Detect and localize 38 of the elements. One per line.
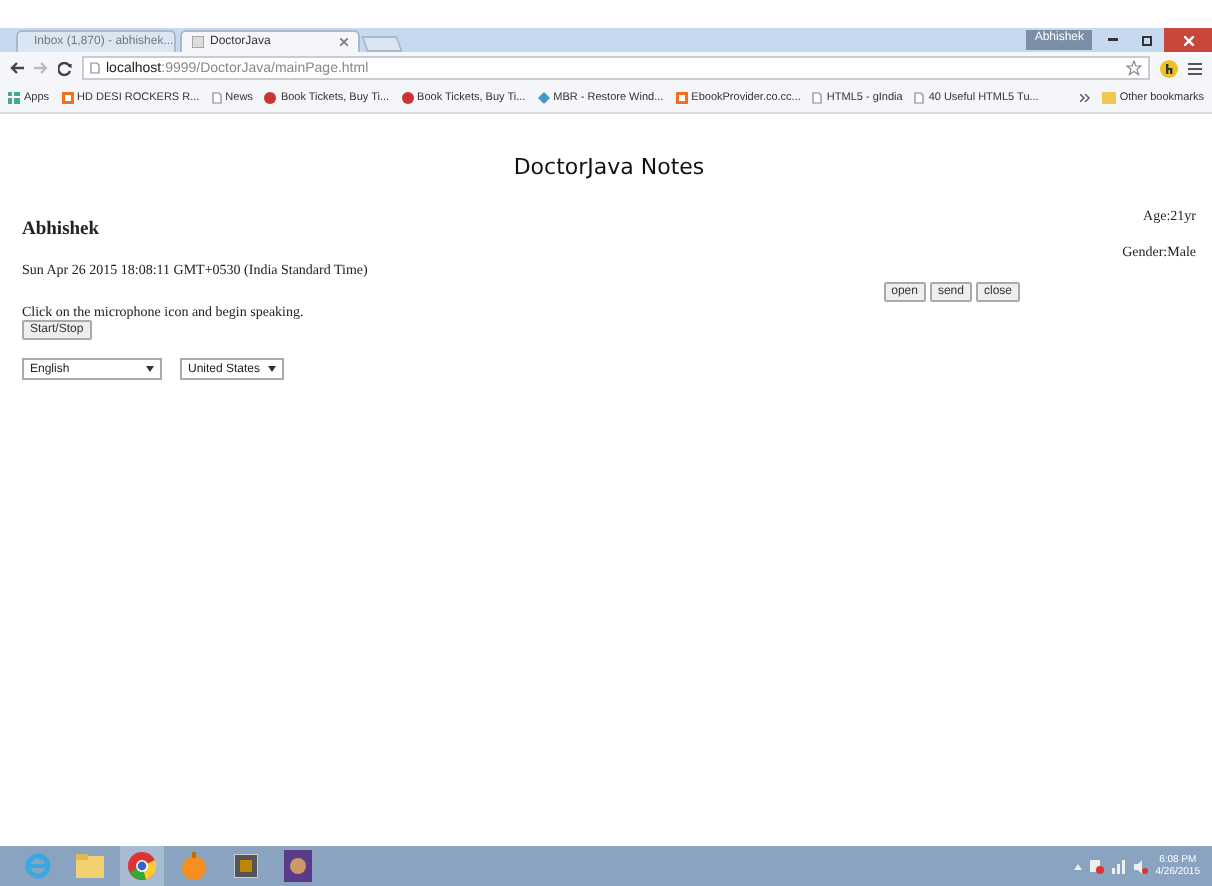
user-name: Abhishek bbox=[22, 220, 100, 240]
folder-icon bbox=[1101, 92, 1116, 104]
page-icon bbox=[211, 92, 222, 104]
close-icon bbox=[1183, 35, 1193, 45]
apps-grid-icon bbox=[8, 92, 20, 104]
page-icon bbox=[90, 62, 100, 74]
signal-icon[interactable] bbox=[1111, 859, 1126, 873]
flag-icon[interactable] bbox=[1089, 859, 1104, 873]
chevron-icon[interactable] bbox=[1079, 94, 1090, 102]
dropdown-icon bbox=[268, 366, 276, 372]
chrome-icon bbox=[128, 852, 156, 880]
bookmark-favicon-icon bbox=[537, 92, 550, 104]
extension-h-icon[interactable] bbox=[1160, 59, 1178, 77]
page-title: DoctorJava Notes bbox=[513, 154, 705, 180]
bookmark-favicon-icon bbox=[675, 92, 688, 104]
page-icon bbox=[812, 92, 823, 104]
folder-icon bbox=[76, 854, 104, 878]
close-icon[interactable] bbox=[340, 38, 348, 46]
minimize-icon bbox=[1107, 38, 1117, 42]
restore-icon bbox=[1141, 35, 1151, 45]
reload-icon[interactable] bbox=[58, 61, 72, 75]
bookmark-favicon-icon bbox=[61, 92, 74, 104]
taskbar-app[interactable] bbox=[120, 846, 164, 886]
tray-chevron-icon[interactable] bbox=[1073, 863, 1082, 869]
volume-icon[interactable] bbox=[1133, 859, 1148, 873]
bookmark-favicon-icon bbox=[264, 92, 277, 104]
menu-icon[interactable] bbox=[1188, 61, 1202, 75]
emblem-icon bbox=[284, 850, 312, 882]
page-icon bbox=[914, 92, 925, 104]
bookmark-favicon-icon bbox=[401, 92, 414, 104]
close-window-button[interactable] bbox=[1164, 28, 1212, 52]
dropdown-icon bbox=[146, 366, 154, 372]
browser-e-icon bbox=[24, 852, 52, 880]
ball-icon bbox=[180, 852, 208, 880]
star-icon[interactable] bbox=[1126, 60, 1142, 76]
app-icon bbox=[234, 854, 258, 878]
page-favicon-icon bbox=[192, 36, 204, 48]
back-arrow-icon[interactable] bbox=[10, 62, 24, 74]
